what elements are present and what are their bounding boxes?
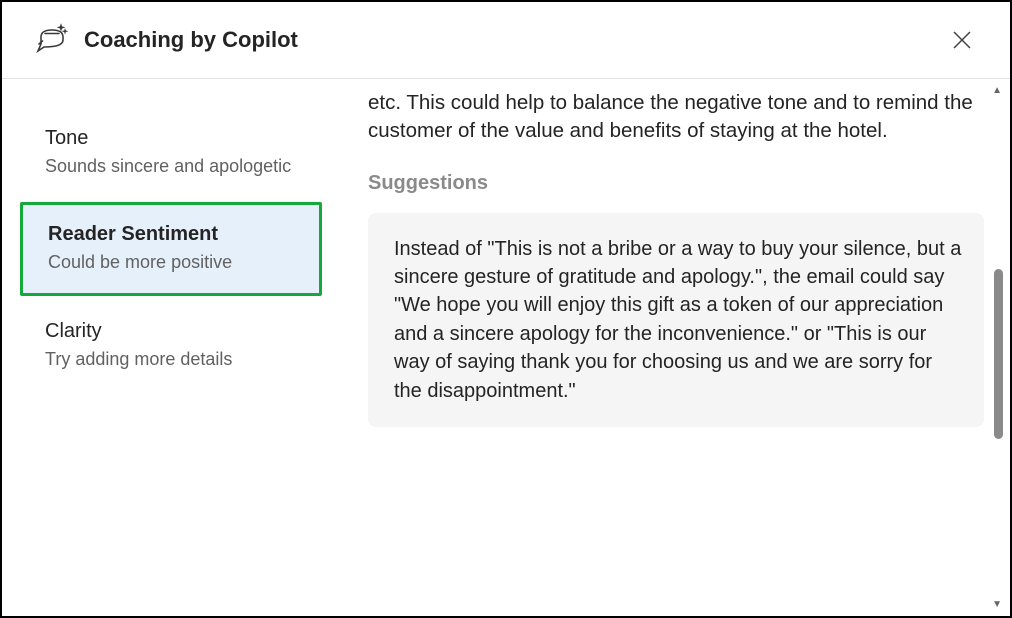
- content-row: Tone Sounds sincere and apologetic Reade…: [2, 79, 1010, 616]
- sidebar-item-title: Tone: [45, 127, 297, 150]
- main-panel: etc. This could help to balance the nega…: [340, 79, 1010, 616]
- suggestions-heading: Suggestions: [368, 172, 984, 195]
- sidebar-item-title: Reader Sentiment: [48, 223, 294, 246]
- coaching-icon: [34, 22, 70, 58]
- sidebar-item-subtitle: Sounds sincere and apologetic: [45, 154, 297, 178]
- scroll-down-icon[interactable]: ▼: [992, 599, 1002, 610]
- sidebar-item-tone[interactable]: Tone Sounds sincere and apologetic: [20, 109, 322, 196]
- sidebar-item-subtitle: Could be more positive: [48, 250, 294, 274]
- header-left: Coaching by Copilot: [34, 22, 298, 58]
- sidebar-item-subtitle: Try adding more details: [45, 347, 297, 371]
- close-button[interactable]: [946, 24, 978, 56]
- scroll-thumb[interactable]: [994, 269, 1003, 439]
- analysis-body-text: etc. This could help to balance the nega…: [368, 89, 984, 146]
- sidebar-item-clarity[interactable]: Clarity Try adding more details: [20, 302, 322, 389]
- sidebar-item-reader-sentiment[interactable]: Reader Sentiment Could be more positive: [20, 202, 322, 295]
- sidebar: Tone Sounds sincere and apologetic Reade…: [2, 79, 340, 616]
- page-title: Coaching by Copilot: [84, 27, 298, 53]
- main-content: etc. This could help to balance the nega…: [340, 79, 1010, 616]
- header: Coaching by Copilot: [2, 2, 1010, 79]
- scroll-up-icon[interactable]: ▲: [992, 85, 1002, 96]
- suggestion-card: Instead of "This is not a bribe or a way…: [368, 213, 984, 427]
- sidebar-item-title: Clarity: [45, 320, 297, 343]
- close-icon: [952, 30, 972, 50]
